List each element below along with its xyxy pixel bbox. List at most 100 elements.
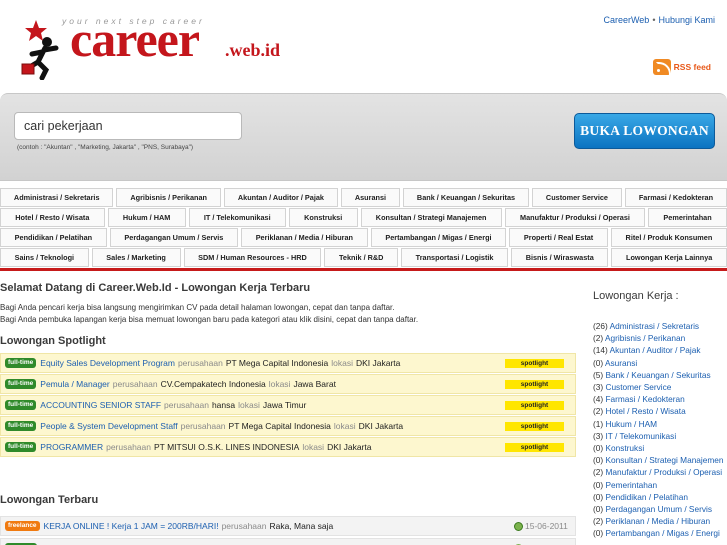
- search-input[interactable]: [14, 112, 242, 140]
- category-tab[interactable]: Pendidikan / Pelatihan: [0, 228, 107, 247]
- job-title-link[interactable]: Pemula / Manager: [40, 379, 109, 389]
- category-tab[interactable]: IT / Telekomunikasi: [188, 208, 286, 227]
- category-tab[interactable]: Perdagangan Umum / Servis: [109, 228, 239, 247]
- category-link[interactable]: Perdagangan Umum / Servis: [605, 504, 712, 514]
- category-count: (2): [593, 516, 604, 527]
- category-link[interactable]: Konsultan / Strategi Manajemen: [605, 455, 723, 465]
- intro-line: Bagi Anda pembuka lapangan kerja bisa me…: [0, 315, 419, 324]
- sidebar-category-item[interactable]: (5) Bank / Keuangan / Sekuritas: [593, 369, 727, 381]
- category-count: (1): [593, 418, 604, 429]
- company-name: PT MITSUI O.S.K. LINES INDONESIA: [154, 442, 300, 452]
- category-tab[interactable]: Bisnis / Wiraswasta: [511, 248, 609, 267]
- category-count: (3): [593, 382, 604, 393]
- category-count: (0): [593, 504, 604, 515]
- sidebar-category-item[interactable]: (0) Pendidikan / Pelatihan: [593, 491, 727, 503]
- category-count: (0): [593, 491, 604, 502]
- job-title-link[interactable]: PROGRAMMER: [40, 442, 103, 452]
- category-link[interactable]: Pemerintahan: [605, 480, 657, 490]
- top-links: CareerWeb • Hubungi Kami: [603, 15, 715, 25]
- sidebar-category-item[interactable]: (26) Administrasi / Sekretaris: [593, 320, 727, 332]
- category-row: Administrasi / Sekretaris Agribisnis / Pe…: [0, 188, 727, 208]
- category-tab[interactable]: Customer Service: [532, 188, 622, 207]
- category-link[interactable]: Farmasi / Kedokteran: [605, 394, 684, 404]
- sidebar-category-item[interactable]: (1) Hukum / HAM: [593, 418, 727, 430]
- category-tab[interactable]: Teknik / R&D: [324, 248, 399, 267]
- sidebar-category-item[interactable]: (2) Agribisnis / Perikanan: [593, 332, 727, 344]
- category-tab[interactable]: Pertambangan / Migas / Energi: [370, 228, 507, 247]
- category-link[interactable]: Pendidikan / Pelatihan: [605, 492, 688, 502]
- newest-job-row[interactable]: freelance KERJA ONLINE ! Kerja 1 JAM = 2…: [0, 516, 576, 536]
- spotlight-tag: spotlight: [505, 422, 564, 431]
- category-tab[interactable]: Asuransi: [340, 188, 400, 207]
- category-tab[interactable]: Konsultan / Strategi Manajemen: [360, 208, 502, 227]
- category-count: (5): [593, 369, 604, 380]
- category-tab[interactable]: Hukum / HAM: [107, 208, 186, 227]
- category-tab[interactable]: Bank / Keuangan / Sekuritas: [403, 188, 529, 207]
- rss-feed-link[interactable]: RSS feed: [652, 59, 711, 77]
- category-link[interactable]: Hukum / HAM: [605, 419, 657, 429]
- category-link[interactable]: Administrasi / Sekretaris: [610, 321, 699, 331]
- sidebar-category-item[interactable]: (0) Konsultan / Strategi Manajemen: [593, 454, 727, 466]
- location-label: lokasi: [333, 421, 356, 431]
- category-tab[interactable]: Farmasi / Kedokteran: [624, 188, 727, 207]
- category-tab[interactable]: Ritel / Produk Konsumen: [610, 228, 727, 247]
- category-tab[interactable]: SDM / Human Resources - HRD: [183, 248, 322, 267]
- category-link[interactable]: Asuransi: [605, 358, 637, 368]
- job-date: 15-06-2011: [514, 521, 568, 531]
- category-tab[interactable]: Periklanan / Media / Hiburan: [241, 228, 368, 247]
- site-logo-text[interactable]: career: [70, 14, 200, 64]
- category-link[interactable]: Agribisnis / Perikanan: [605, 333, 685, 343]
- category-tab[interactable]: Sains / Teknologi: [0, 248, 89, 267]
- sidebar-category-item[interactable]: (0) Asuransi: [593, 357, 727, 369]
- spotlight-job-row[interactable]: full-time ACCOUNTING SENIOR STAFF perusaha…: [0, 395, 576, 415]
- category-tab[interactable]: Pemerintahan: [648, 208, 727, 227]
- sidebar-category-item[interactable]: (0) Konstruksi: [593, 442, 727, 454]
- hubungi-kami-link[interactable]: Hubungi Kami: [658, 15, 715, 25]
- category-link[interactable]: Konstruksi: [605, 443, 644, 453]
- sidebar-category-item[interactable]: (4) Farmasi / Kedokteran: [593, 393, 727, 405]
- category-link[interactable]: Pertambangan / Migas / Energi: [605, 528, 719, 538]
- buka-lowongan-button[interactable]: BUKA LOWONGAN: [574, 113, 715, 149]
- sidebar-category-item[interactable]: (14) Akuntan / Auditor / Pajak: [593, 344, 727, 356]
- category-tab[interactable]: Sales / Marketing: [91, 248, 181, 267]
- job-title-link[interactable]: Equity Sales Development Program: [40, 358, 175, 368]
- job-title-link[interactable]: KERJA ONLINE ! Kerja 1 JAM = 200RB/HARI!: [44, 521, 219, 531]
- category-link[interactable]: Manufaktur / Produksi / Operasi: [605, 467, 722, 477]
- sidebar-category-item[interactable]: (3) Customer Service: [593, 381, 727, 393]
- category-link[interactable]: Bank / Keuangan / Sekuritas: [605, 370, 710, 380]
- careerweb-link[interactable]: CareerWeb: [603, 15, 649, 25]
- category-link[interactable]: Customer Service: [605, 382, 671, 392]
- category-link[interactable]: Periklanan / Media / Hiburan: [605, 516, 710, 526]
- category-tab[interactable]: Manufaktur / Produksi / Operasi: [504, 208, 646, 227]
- job-title-link[interactable]: People & System Development Staff: [40, 421, 177, 431]
- sidebar-category-item[interactable]: (2) Periklanan / Media / Hiburan: [593, 515, 727, 527]
- category-tab[interactable]: Konstruksi: [288, 208, 358, 227]
- category-tab[interactable]: Properti / Real Estat: [509, 228, 608, 247]
- category-tab[interactable]: Agribisnis / Perikanan: [116, 188, 221, 207]
- company-label: perusahaan: [180, 421, 226, 431]
- sidebar-category-item[interactable]: (2) Manufaktur / Produksi / Operasi: [593, 466, 727, 478]
- job-title-link[interactable]: ACCOUNTING SENIOR STAFF: [40, 400, 161, 410]
- category-link[interactable]: Akuntan / Auditor / Pajak: [610, 345, 701, 355]
- category-link[interactable]: Hotel / Resto / Wisata: [605, 406, 685, 416]
- sidebar-category-item[interactable]: (0) Pemerintahan: [593, 479, 727, 491]
- newest-job-row-partial[interactable]: [0, 538, 576, 545]
- spotlight-job-row[interactable]: full-time Pemula / Manager perusahaan CV.Ce…: [0, 374, 576, 394]
- sidebar-category-item[interactable]: (0) Perdagangan Umum / Servis: [593, 503, 727, 515]
- spotlight-job-row[interactable]: full-time People & System Development Sta…: [0, 416, 576, 436]
- running-man-logo-icon[interactable]: [20, 18, 70, 80]
- location-label: lokasi: [268, 379, 291, 389]
- sidebar-category-item[interactable]: (3) IT / Telekomunikasi: [593, 430, 727, 442]
- spotlight-job-row[interactable]: full-time PROGRAMMER perusahaan PT MITSUI O…: [0, 437, 576, 457]
- sidebar-category-item[interactable]: (2) Hotel / Resto / Wisata: [593, 405, 727, 417]
- category-tab[interactable]: Lowongan Kerja Lainnya: [611, 248, 727, 267]
- category-tab[interactable]: Akuntan / Auditor / Pajak: [223, 188, 338, 207]
- job-date-text: 15-06-2011: [525, 521, 568, 531]
- category-tab[interactable]: Transportasi / Logistik: [401, 248, 509, 267]
- spotlight-job-row[interactable]: full-time Equity Sales Development Progra…: [0, 353, 576, 373]
- sidebar-category-item[interactable]: (0) Pertambangan / Migas / Energi: [593, 527, 727, 539]
- site-logo-suffix[interactable]: .web.id: [225, 40, 280, 61]
- category-tab[interactable]: Administrasi / Sekretaris: [0, 188, 114, 207]
- category-tab[interactable]: Hotel / Resto / Wisata: [0, 208, 105, 227]
- category-link[interactable]: IT / Telekomunikasi: [605, 431, 676, 441]
